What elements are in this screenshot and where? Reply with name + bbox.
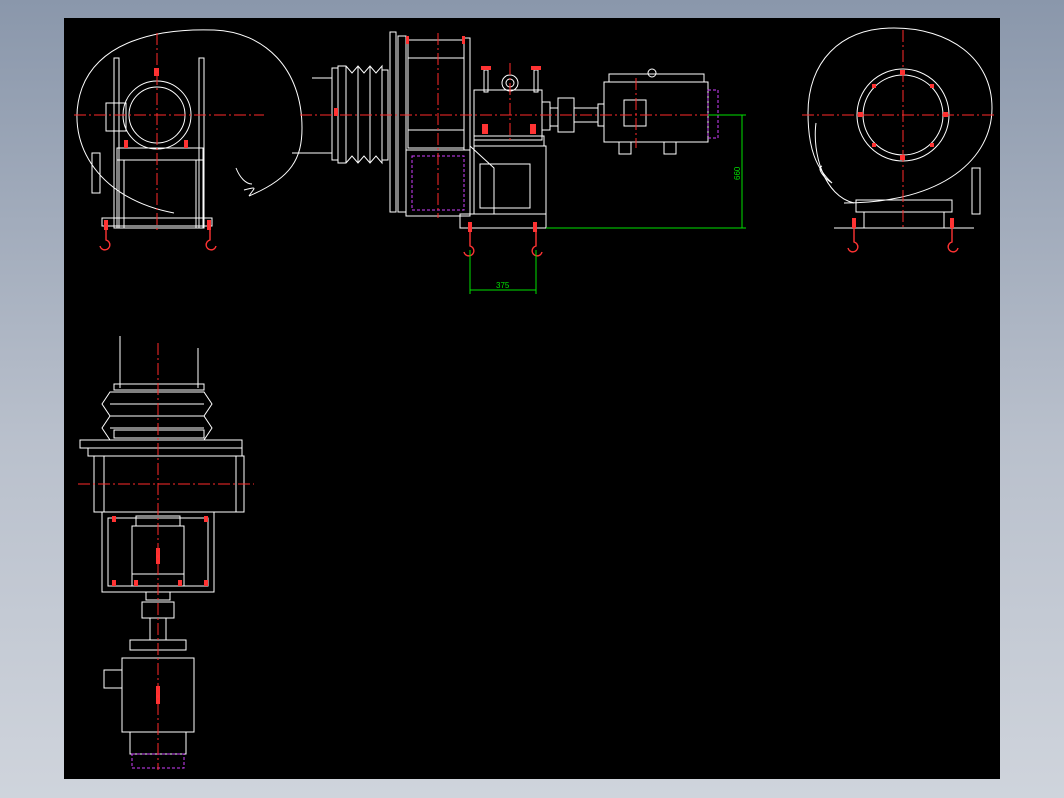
cad-drawing: 660 375 — [74, 27, 994, 770]
left-end-view — [74, 29, 303, 251]
height-dimension-label: 660 — [733, 166, 742, 180]
drawing-sheet: 660 375 — [64, 18, 1000, 779]
width-dimension-label: 375 — [496, 281, 510, 290]
side-elevation-view: 660 375 — [292, 31, 746, 294]
plan-view — [78, 336, 254, 770]
right-end-view — [802, 27, 994, 253]
